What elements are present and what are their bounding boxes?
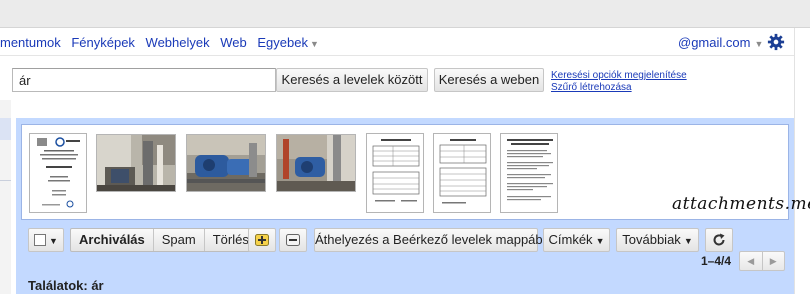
attachments-me-logo[interactable]: attachments.me: [672, 194, 810, 214]
labels-menu-label: Címkék: [548, 232, 593, 247]
refresh-button[interactable]: [705, 228, 733, 252]
chevron-down-icon: ▼: [754, 39, 764, 49]
search-options-links: Keresési opciók megjelenítése Szűrő létr…: [551, 70, 687, 94]
search-input[interactable]: [12, 68, 276, 92]
sidebar-divider: [0, 180, 11, 181]
chevron-down-icon: ▼: [683, 236, 693, 246]
google-bar: mentumok Fényképek Webhelyek Web Egyebek…: [0, 28, 810, 56]
header-divider: [0, 55, 795, 56]
nav-link-documents[interactable]: mentumok: [0, 35, 61, 50]
nav-more-menu[interactable]: Egyebek ▼: [257, 35, 319, 50]
move-to-inbox-button[interactable]: Áthelyezés a Beérkező levelek mappába: [314, 228, 550, 252]
photo-pump-pipes-icon: [277, 135, 355, 191]
scrollbar-edge: [794, 28, 795, 294]
attachment-thumbnail-photo[interactable]: [96, 134, 176, 192]
remove-label-icon: [286, 234, 300, 246]
create-filter-link[interactable]: Szűrő létrehozása: [551, 82, 687, 94]
action-button-group: Archiválás Spam Törlés: [70, 228, 258, 252]
doc-form-icon: [372, 139, 420, 202]
more-actions-label: Továbbiak: [622, 232, 681, 247]
sidebar-selected-item[interactable]: [0, 118, 11, 140]
nav-more-label: Egyebek: [257, 35, 308, 50]
doc-text-icon: [507, 139, 553, 201]
select-all-checkbox[interactable]: [34, 233, 47, 246]
attachment-thumbnail-document[interactable]: [500, 133, 558, 213]
chevron-down-icon: ▼: [595, 236, 605, 246]
search-mail-button[interactable]: Keresés a levelek között: [276, 68, 428, 92]
mark-not-important-button[interactable]: [279, 228, 307, 252]
search-web-button[interactable]: Keresés a weben: [434, 68, 544, 92]
account-email: @gmail.com: [678, 35, 751, 50]
previous-page-icon[interactable]: ◀: [740, 252, 763, 270]
select-checkbox-menu[interactable]: ▼: [28, 228, 64, 252]
refresh-icon: [713, 233, 725, 246]
attachment-thumbnail-photo[interactable]: [276, 134, 356, 192]
gear-icon[interactable]: [767, 33, 785, 51]
search-results-heading: Találatok: ár: [28, 278, 104, 293]
attachment-thumbnail-document[interactable]: [29, 133, 87, 213]
nav-link-sites[interactable]: Webhelyek: [146, 35, 210, 50]
photo-blue-pump-icon: [187, 135, 265, 191]
chevron-down-icon: ▼: [309, 39, 319, 49]
nav-link-web[interactable]: Web: [220, 35, 247, 50]
attachment-thumbnail-photo[interactable]: [186, 134, 266, 192]
spam-button[interactable]: Spam: [154, 229, 205, 251]
attachment-thumbnail-document[interactable]: [433, 133, 491, 213]
show-search-options-link[interactable]: Keresési opciók megjelenítése: [551, 70, 687, 82]
doc-with-logo-icon: [37, 137, 80, 208]
next-page-icon[interactable]: ▶: [763, 252, 785, 270]
add-label-icon: [255, 234, 269, 246]
more-actions-button[interactable]: Továbbiak ▼: [616, 228, 699, 252]
account-menu[interactable]: @gmail.com ▼: [678, 35, 763, 50]
mark-important-button[interactable]: [248, 228, 276, 252]
google-bar-links: mentumok Fényképek Webhelyek Web Egyebek…: [0, 35, 319, 50]
pagination-controls: ◀ ▶: [739, 251, 785, 271]
chevron-down-icon: ▼: [49, 236, 58, 246]
pagination-range: 1–4/4: [701, 254, 732, 268]
attachment-thumbnail-document[interactable]: [366, 133, 424, 213]
nav-link-photos[interactable]: Fényképek: [71, 35, 135, 50]
labels-menu-button[interactable]: Címkék ▼: [543, 228, 610, 252]
archive-button[interactable]: Archiválás: [71, 229, 154, 251]
photo-pump-room-icon: [97, 135, 175, 191]
browser-top-strip: [0, 0, 810, 28]
doc-form-icon: [439, 139, 487, 204]
